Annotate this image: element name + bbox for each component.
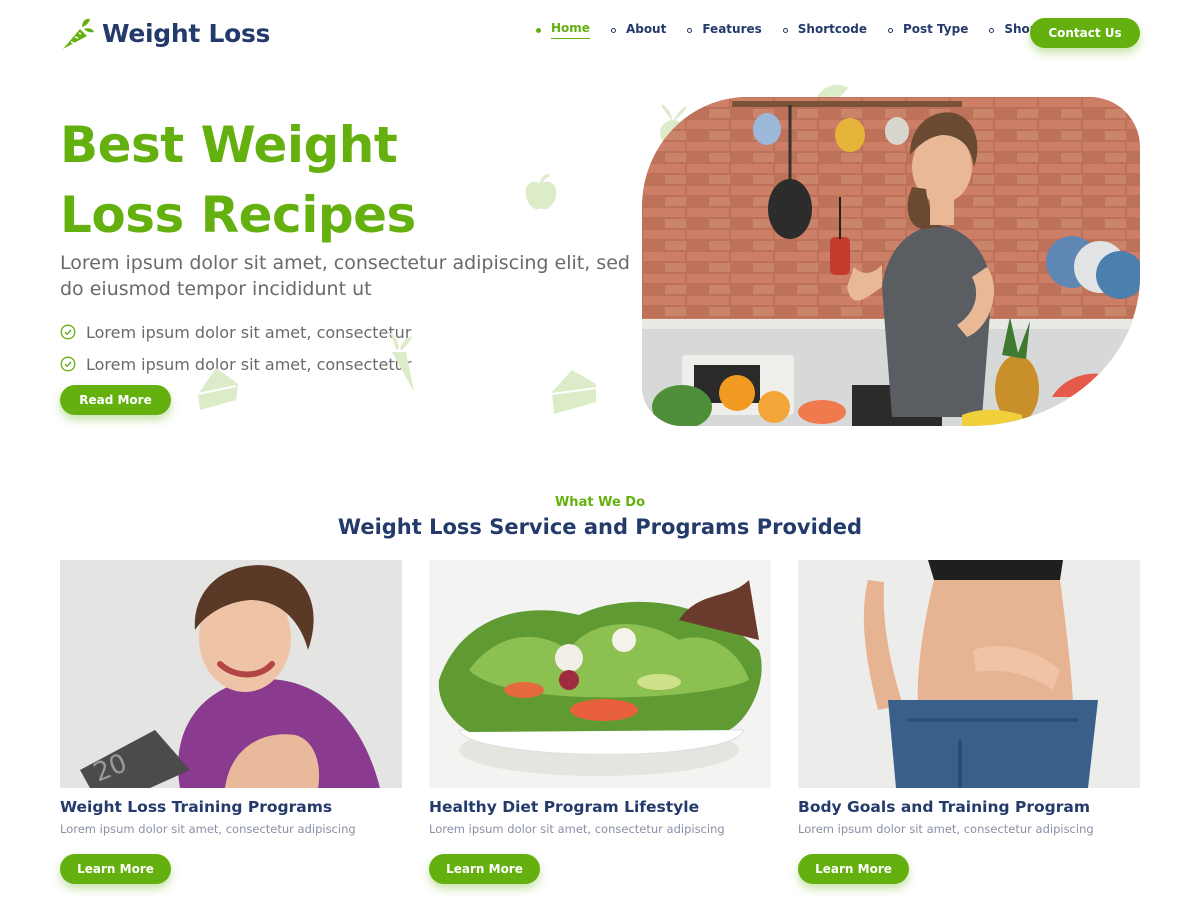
card-title: Body Goals and Training Program — [798, 798, 1090, 816]
carrot-icon — [388, 332, 414, 392]
checklist-text: Lorem ipsum dolor sit amet, consectetur — [86, 322, 412, 342]
card-text: Lorem ipsum dolor sit amet, consectetur … — [798, 822, 1094, 836]
checklist-item: Lorem ipsum dolor sit amet, consectetur — [60, 316, 411, 348]
bullet-icon — [782, 27, 788, 33]
bullet-icon — [887, 27, 893, 33]
site-header: Weight Loss Home About Features Shortcod… — [0, 0, 1200, 66]
salad-image — [429, 560, 771, 788]
card-title: Weight Loss Training Programs — [60, 798, 333, 816]
service-card: 20 Weight Loss Training Programs Lorem i… — [60, 560, 402, 884]
section-title: Weight Loss Service and Programs Provide… — [337, 515, 863, 539]
service-card: Healthy Diet Program Lifestyle Lorem ips… — [429, 560, 771, 884]
bullet-icon — [687, 27, 693, 33]
nav-label: Home — [551, 21, 590, 39]
read-more-button[interactable]: Read More — [60, 385, 171, 415]
bullet-icon — [536, 27, 541, 33]
nav-label: Post Type — [902, 21, 969, 36]
bullet-icon — [610, 27, 616, 33]
nav-label: Features — [702, 21, 762, 36]
contact-us-button[interactable]: Contact Us — [1030, 18, 1140, 48]
check-circle-icon — [60, 356, 76, 372]
nav-item-features[interactable]: Features — [687, 21, 762, 39]
nav-label: Shortcode — [797, 21, 867, 36]
nav-item-about[interactable]: About — [610, 21, 667, 39]
learn-more-button[interactable]: Learn More — [429, 854, 540, 884]
carrot-icon — [63, 18, 94, 49]
card-text: Lorem ipsum dolor sit amet, consectetur … — [60, 822, 356, 836]
nav-label: About — [625, 21, 667, 36]
body-goals-image — [798, 560, 1140, 788]
section-kicker: What We Do — [554, 495, 646, 510]
hero-title-line-2: Loss Recipes — [60, 186, 416, 244]
nav-item-shortcode[interactable]: Shortcode — [782, 21, 867, 39]
card-title: Healthy Diet Program Lifestyle — [429, 798, 700, 816]
card-text: Lorem ipsum dolor sit amet, consectetur … — [429, 822, 725, 836]
nav-item-post-type[interactable]: Post Type — [887, 21, 969, 39]
hero-subtitle: Lorem ipsum dolor sit amet, consectetur … — [60, 252, 630, 300]
checklist-text: Lorem ipsum dolor sit amet, consectetur — [86, 354, 412, 374]
training-woman-image: 20 — [60, 560, 402, 788]
nav-item-home[interactable]: Home — [536, 21, 590, 39]
main-nav: Home About Features Shortcode Post Type … — [536, 21, 1059, 39]
cake-slice-icon — [197, 368, 238, 410]
site-name: Weight Loss — [102, 18, 271, 48]
service-card: Body Goals and Training Program Lorem ip… — [798, 560, 1140, 884]
learn-more-button[interactable]: Learn More — [798, 854, 909, 884]
kitchen-woman-illustration — [642, 97, 1140, 426]
apple-icon — [525, 173, 557, 210]
hero-image — [642, 97, 1140, 426]
cake-slice-icon — [551, 370, 597, 414]
site-logo[interactable]: Weight Loss — [60, 15, 270, 51]
bullet-icon — [989, 27, 995, 33]
hero-title-line-1: Best Weight — [60, 116, 398, 174]
check-circle-icon — [60, 324, 76, 340]
learn-more-button[interactable]: Learn More — [60, 854, 171, 884]
